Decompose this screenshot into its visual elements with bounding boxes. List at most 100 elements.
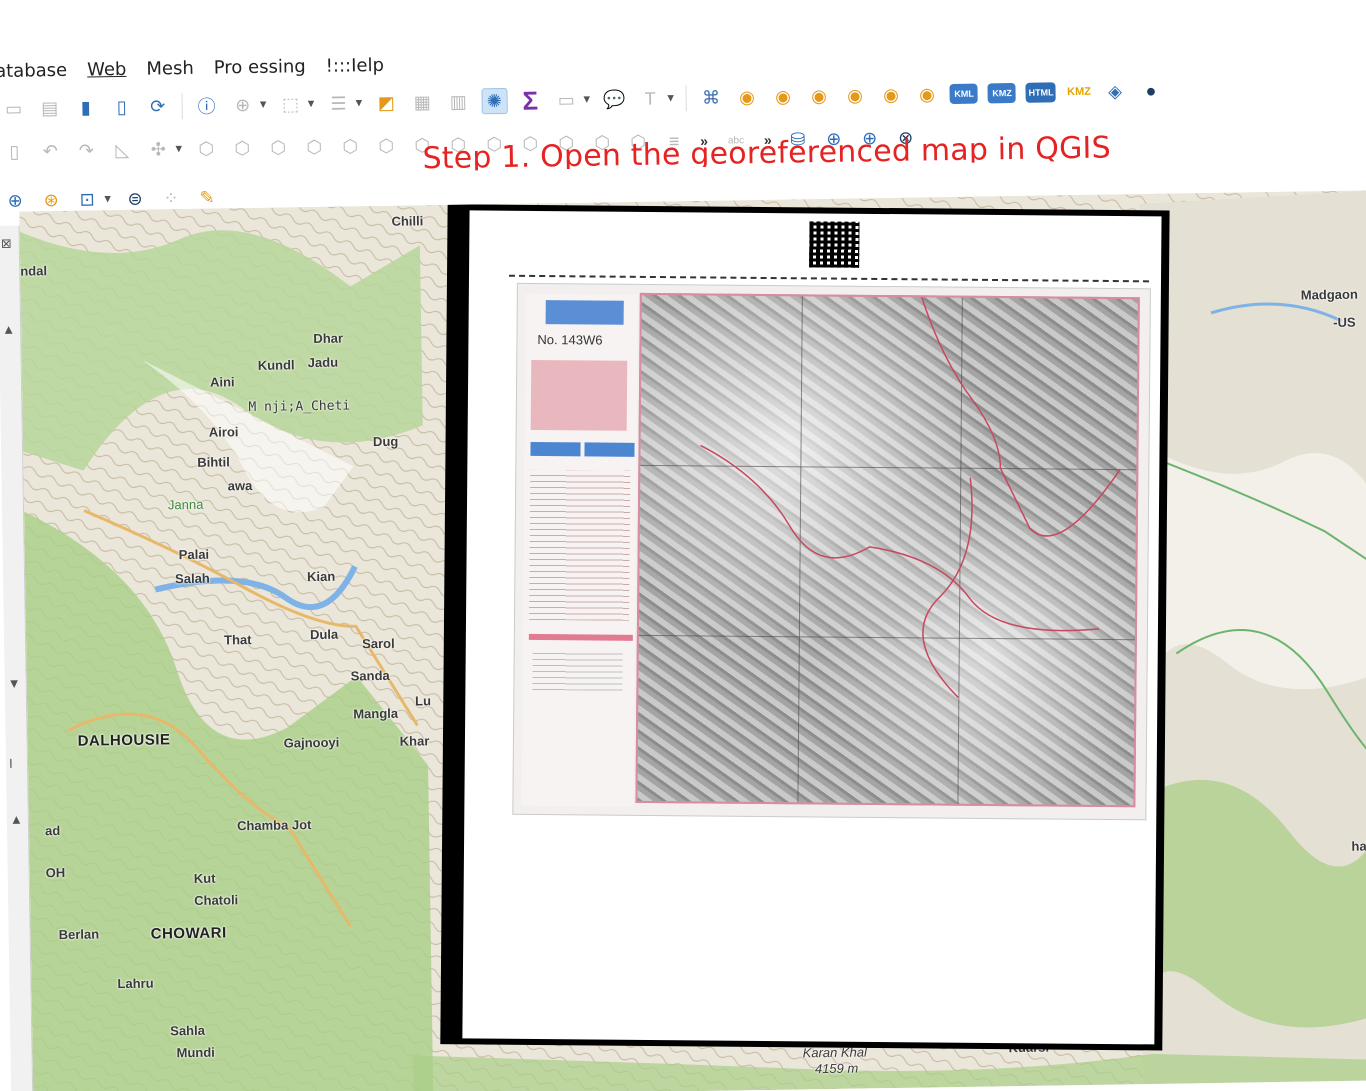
- refresh-icon[interactable]: ⟳: [144, 93, 170, 119]
- elevation-label: 4159 m: [814, 1060, 859, 1077]
- earth-globe-icon[interactable]: ●: [1138, 78, 1164, 104]
- wrench-icon[interactable]: ✎: [194, 184, 220, 210]
- projection-globe-icon[interactable]: ⊜: [122, 186, 148, 212]
- toolbar-separator: [181, 93, 183, 120]
- identify-features-icon[interactable]: ⓘ: [193, 92, 219, 118]
- place-label: -US: [1333, 314, 1356, 331]
- new-project-icon[interactable]: ▭: [1, 96, 27, 122]
- vertex-tool-icon[interactable]: ⬡: [193, 135, 219, 161]
- scroll-down-icon[interactable]: ▼: [8, 676, 21, 691]
- sheet-dashed-border: [509, 274, 1149, 283]
- chevron-down-icon[interactable]: ▼: [173, 143, 184, 155]
- chevron-down-icon[interactable]: ▼: [665, 92, 676, 104]
- chevron-down-icon[interactable]: ▼: [258, 99, 269, 111]
- place-label: Mundi: [176, 1044, 215, 1061]
- zoom-full-icon[interactable]: ⊡: [74, 186, 100, 212]
- zoom-to-selection-icon[interactable]: ⊛: [38, 187, 64, 213]
- chevron-down-icon[interactable]: ▼: [353, 97, 364, 109]
- menu-help[interactable]: !:::Ielp: [326, 54, 385, 76]
- place-label: Madgaon: [1300, 286, 1358, 303]
- move-feature-icon[interactable]: ⬡: [229, 135, 255, 161]
- kmz-import-icon[interactable]: KMZ: [1066, 79, 1092, 105]
- select-features-icon[interactable]: ⬚: [277, 91, 303, 117]
- close-icon[interactable]: ⊠: [1, 236, 12, 252]
- add-feature-icon[interactable]: ✣: [145, 136, 171, 162]
- text-annotation-icon[interactable]: T: [637, 86, 663, 112]
- place-label: Sahla: [170, 1022, 206, 1039]
- measure-icon[interactable]: ▭: [553, 87, 579, 113]
- place-label: M nji;A_Cheti: [248, 398, 351, 416]
- toposheet-scan: No. 143W6: [512, 282, 1151, 821]
- kml-export-icon[interactable]: KML: [949, 83, 979, 104]
- field-calculator-icon[interactable]: ▥: [445, 89, 471, 115]
- place-label: Bihtil: [197, 454, 230, 470]
- place-label: Lu: [414, 693, 432, 709]
- redo-icon[interactable]: ↷: [73, 137, 99, 163]
- place-label: Kut: [193, 870, 216, 886]
- toolbar-separator: [685, 85, 688, 112]
- map-tips-icon[interactable]: 💬: [601, 86, 627, 112]
- scroll-up-icon[interactable]: ▲: [10, 812, 23, 827]
- simplify-icon[interactable]: ⬡: [301, 134, 327, 160]
- digitize-icon[interactable]: ◺: [109, 137, 135, 163]
- place-label: hala: [1351, 838, 1366, 854]
- python-console-icon[interactable]: ⌘: [698, 85, 724, 111]
- kmz-export-icon[interactable]: KMZ: [987, 82, 1017, 104]
- add-part-icon[interactable]: ⬡: [373, 133, 399, 159]
- place-label: Chilli: [391, 213, 424, 229]
- legend-divider: [528, 633, 633, 641]
- place-label: Chatoli: [194, 892, 239, 908]
- zoom-icon[interactable]: ⊕: [229, 92, 255, 118]
- plugin-globe-icon[interactable]: ◉: [842, 82, 868, 108]
- georeferenced-raster-layer[interactable]: No. 143W6: [440, 204, 1170, 1051]
- toposheet-paper: No. 143W6: [462, 210, 1162, 1045]
- place-label: Dug: [372, 433, 399, 450]
- chevron-down-icon[interactable]: ▼: [102, 193, 113, 205]
- place-label: Sanda: [350, 667, 390, 684]
- chevron-down-icon[interactable]: ▼: [305, 98, 316, 110]
- attribute-table-icon[interactable]: ☰: [325, 90, 351, 116]
- plugin-globe-icon[interactable]: ◉: [734, 84, 760, 110]
- map-canvas[interactable]: Chilli ndal Dhar Kundl Jadu Aini M nji;A…: [19, 190, 1366, 1091]
- place-label: ad: [44, 823, 61, 839]
- plugin-globe-icon[interactable]: ◉: [770, 83, 796, 109]
- qgis-window: atabase Web Mesh Pro essing !:::Ielp ▭ ▤…: [0, 0, 1366, 1091]
- edit-icon[interactable]: ▯: [1, 138, 27, 164]
- show-layout-manager-icon[interactable]: ▮: [72, 94, 98, 120]
- menu-processing[interactable]: Pro essing: [214, 56, 306, 78]
- style-manager-icon[interactable]: ▯: [108, 94, 134, 120]
- place-label: DALHOUSIE: [77, 731, 171, 750]
- rotate-feature-icon[interactable]: ⬡: [265, 134, 291, 160]
- html-export-icon[interactable]: HTML: [1025, 82, 1057, 103]
- chevron-down-icon[interactable]: ▼: [581, 94, 592, 106]
- qr-code: [809, 221, 860, 268]
- open-attribute-table-icon[interactable]: ▦: [409, 89, 435, 115]
- menu-database[interactable]: atabase: [0, 59, 67, 81]
- toposheet-map-image: [635, 292, 1140, 808]
- legend-header-block: [545, 300, 624, 325]
- coordinate-capture-icon[interactable]: ⁘: [158, 185, 184, 211]
- text-cursor-icon: I: [8, 755, 13, 771]
- plugin-globe-icon[interactable]: ◉: [878, 82, 904, 108]
- place-label: Jadu: [307, 354, 339, 371]
- boundary-lines: [700, 297, 1121, 699]
- add-ring-icon[interactable]: ⬡: [337, 133, 363, 159]
- scroll-up-icon[interactable]: ▲: [2, 322, 15, 337]
- georeferencer-icon[interactable]: ◈: [1102, 78, 1128, 104]
- statistics-sigma-icon[interactable]: Σ: [517, 85, 543, 115]
- place-label: Lahru: [117, 975, 154, 992]
- place-label: CHOWARI: [150, 924, 227, 943]
- plugin-globe-icon[interactable]: ◉: [806, 83, 832, 109]
- menu-web[interactable]: Web: [87, 58, 127, 80]
- new-print-layout-icon[interactable]: ▤: [37, 95, 63, 121]
- legend-text-block: [529, 469, 631, 621]
- place-label: Berlan: [58, 926, 100, 943]
- plugin-globe-icon[interactable]: ◉: [914, 81, 940, 107]
- menu-mesh[interactable]: Mesh: [146, 57, 194, 79]
- place-label: Sarol: [362, 635, 395, 652]
- toolbox-gear-icon[interactable]: ✺: [481, 87, 508, 115]
- toposheet-legend: No. 143W6: [521, 293, 638, 807]
- deselect-icon[interactable]: ◩: [373, 90, 399, 116]
- undo-icon[interactable]: ↶: [37, 138, 63, 164]
- zoom-in-icon[interactable]: ⊕: [2, 187, 28, 213]
